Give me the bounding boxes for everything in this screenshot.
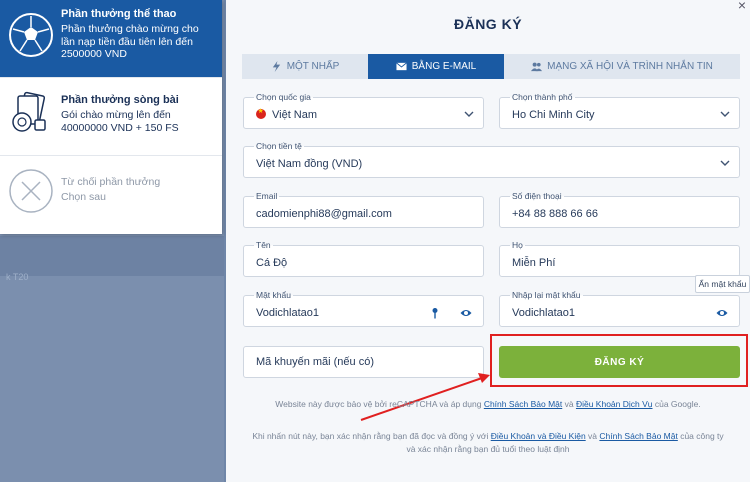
- recaptcha-suffix: của Google.: [652, 399, 701, 409]
- key-icon[interactable]: [429, 307, 441, 319]
- country-value: Việt Nam: [272, 109, 318, 121]
- vietnam-flag-icon: [256, 107, 266, 119]
- eye-icon[interactable]: [716, 307, 728, 319]
- password-field[interactable]: Mật khẩu Vodichlatao1: [243, 290, 484, 327]
- bonus-casino-desc: Gói chào mừng lên đến 40000000 VND + 150…: [61, 109, 179, 134]
- modal-title: ĐĂNG KÝ: [453, 16, 523, 32]
- bonus-sports-title: Phần thưởng thể thao: [61, 8, 177, 20]
- tab-one-click-label: MỘT NHẤP: [286, 61, 340, 72]
- password-label: Mật khẩu: [254, 290, 293, 300]
- city-select[interactable]: Chọn thành phố Ho Chi Minh City: [499, 92, 740, 129]
- email-label: Email: [254, 191, 280, 201]
- first-name-field[interactable]: Tên Cá Độ: [243, 240, 484, 277]
- tab-one-click[interactable]: MỘT NHẤP: [242, 54, 368, 79]
- tab-social[interactable]: MẠNG XÃ HỘI VÀ TRÌNH NHẮN TIN: [504, 54, 740, 79]
- users-icon: [531, 62, 543, 72]
- soccer-ball-icon: [9, 13, 53, 57]
- last-name-value: Miễn Phí: [512, 257, 556, 269]
- bonus-casino-title: Phần thưởng sòng bài: [61, 94, 179, 106]
- casino-cards-icon: [12, 91, 46, 132]
- terms-notice: Khi nhấn nút này, bạn xác nhận rằng bạn …: [226, 430, 750, 456]
- bonus-sports[interactable]: Phần thưởng thể thao Phần thưởng chào mừ…: [0, 0, 222, 78]
- currency-select[interactable]: Chọn tiền tệ Việt Nam đồng (VND): [243, 141, 740, 178]
- registration-tabs: MỘT NHẤP BẰNG E-MAIL MẠNG XÃ HỘI VÀ TRÌN…: [242, 54, 740, 79]
- envelope-icon: [395, 62, 407, 71]
- country-label: Chọn quốc gia: [254, 92, 313, 102]
- background-text: k T20: [6, 272, 29, 282]
- password-confirm-field[interactable]: Nhập lại mật khẩu Vodichlatao1: [499, 290, 740, 327]
- terms-age-text: và xác nhận rằng bạn đủ tuổi theo luật đ…: [406, 444, 570, 454]
- phone-label: Số điện thoại: [510, 191, 564, 201]
- chevron-down-icon: [720, 160, 730, 166]
- bonus-decline[interactable]: Từ chối phần thưởng Chọn sau: [0, 156, 222, 234]
- bonus-casino[interactable]: Phần thưởng sòng bài Gói chào mừng lên đ…: [0, 78, 222, 156]
- password-confirm-label: Nhập lại mật khẩu: [510, 290, 583, 300]
- tab-email-label: BẰNG E-MAIL: [411, 61, 477, 72]
- last-name-label: Họ: [510, 240, 525, 250]
- terms-text: Khi nhấn nút này, bạn xác nhận rằng bạn …: [252, 431, 491, 441]
- promo-code-placeholder: Mã khuyến mãi (nếu có): [256, 356, 374, 368]
- close-icon[interactable]: ×: [738, 0, 746, 13]
- password-confirm-value: Vodichlatao1: [512, 307, 575, 319]
- tab-email[interactable]: BẰNG E-MAIL: [368, 54, 504, 79]
- highlight-box: [490, 334, 748, 387]
- last-name-field[interactable]: Họ Miễn Phí: [499, 240, 740, 277]
- tab-social-label: MẠNG XÃ HỘI VÀ TRÌNH NHẮN TIN: [547, 61, 713, 72]
- terms-conditions-link[interactable]: Điều Khoản và Điều Kiện: [491, 431, 586, 441]
- currency-value: Việt Nam đồng (VND): [256, 158, 363, 170]
- privacy-policy-link[interactable]: Chính Sách Bảo Mật: [484, 399, 562, 409]
- recaptcha-notice: Website này được bảo vệ bởi reCAPTCHA và…: [226, 398, 750, 411]
- email-field[interactable]: Email cadomienphi88@gmail.com: [243, 191, 484, 228]
- eye-icon[interactable]: [460, 307, 472, 319]
- phone-field[interactable]: Số điện thoại +84 88 888 66 66: [499, 191, 740, 228]
- background-stripe: [0, 236, 224, 276]
- registration-modal: × ĐĂNG KÝ MỘT NHẤP BẰNG E-MAIL MẠNG XÃ H…: [226, 0, 750, 482]
- decline-icon: [9, 169, 53, 213]
- first-name-value: Cá Độ: [256, 257, 288, 269]
- hide-password-tooltip: Ẩn mật khẩu: [695, 275, 750, 293]
- terms-suffix: của công ty: [677, 431, 724, 441]
- city-label: Chọn thành phố: [510, 92, 575, 102]
- phone-value: +84 88 888 66 66: [512, 208, 598, 220]
- password-value: Vodichlatao1: [256, 307, 319, 319]
- terms-and: và: [585, 431, 600, 441]
- company-privacy-link[interactable]: Chính Sách Bảo Mật: [599, 431, 677, 441]
- lightning-icon: [272, 61, 280, 72]
- first-name-label: Tên: [254, 240, 273, 250]
- chevron-down-icon: [464, 111, 474, 117]
- bonus-decline-title: Từ chối phần thưởng: [61, 176, 161, 188]
- chevron-down-icon: [720, 111, 730, 117]
- bonus-decline-desc: Chọn sau: [61, 191, 106, 203]
- city-value: Ho Chi Minh City: [512, 109, 595, 121]
- country-select[interactable]: Chọn quốc gia Việt Nam: [243, 92, 484, 129]
- currency-label: Chọn tiền tệ: [254, 141, 304, 151]
- recaptcha-text: Website này được bảo vệ bởi reCAPTCHA và…: [275, 399, 484, 409]
- terms-of-service-link[interactable]: Điều Khoản Dịch Vụ: [576, 399, 653, 409]
- recaptcha-and: và: [562, 399, 576, 409]
- email-value: cadomienphi88@gmail.com: [256, 208, 392, 220]
- bonus-sports-desc: Phần thưởng chào mừng cho lần nạp tiền đ…: [61, 23, 199, 60]
- bonus-panel: Phần thưởng thể thao Phần thưởng chào mừ…: [0, 0, 222, 234]
